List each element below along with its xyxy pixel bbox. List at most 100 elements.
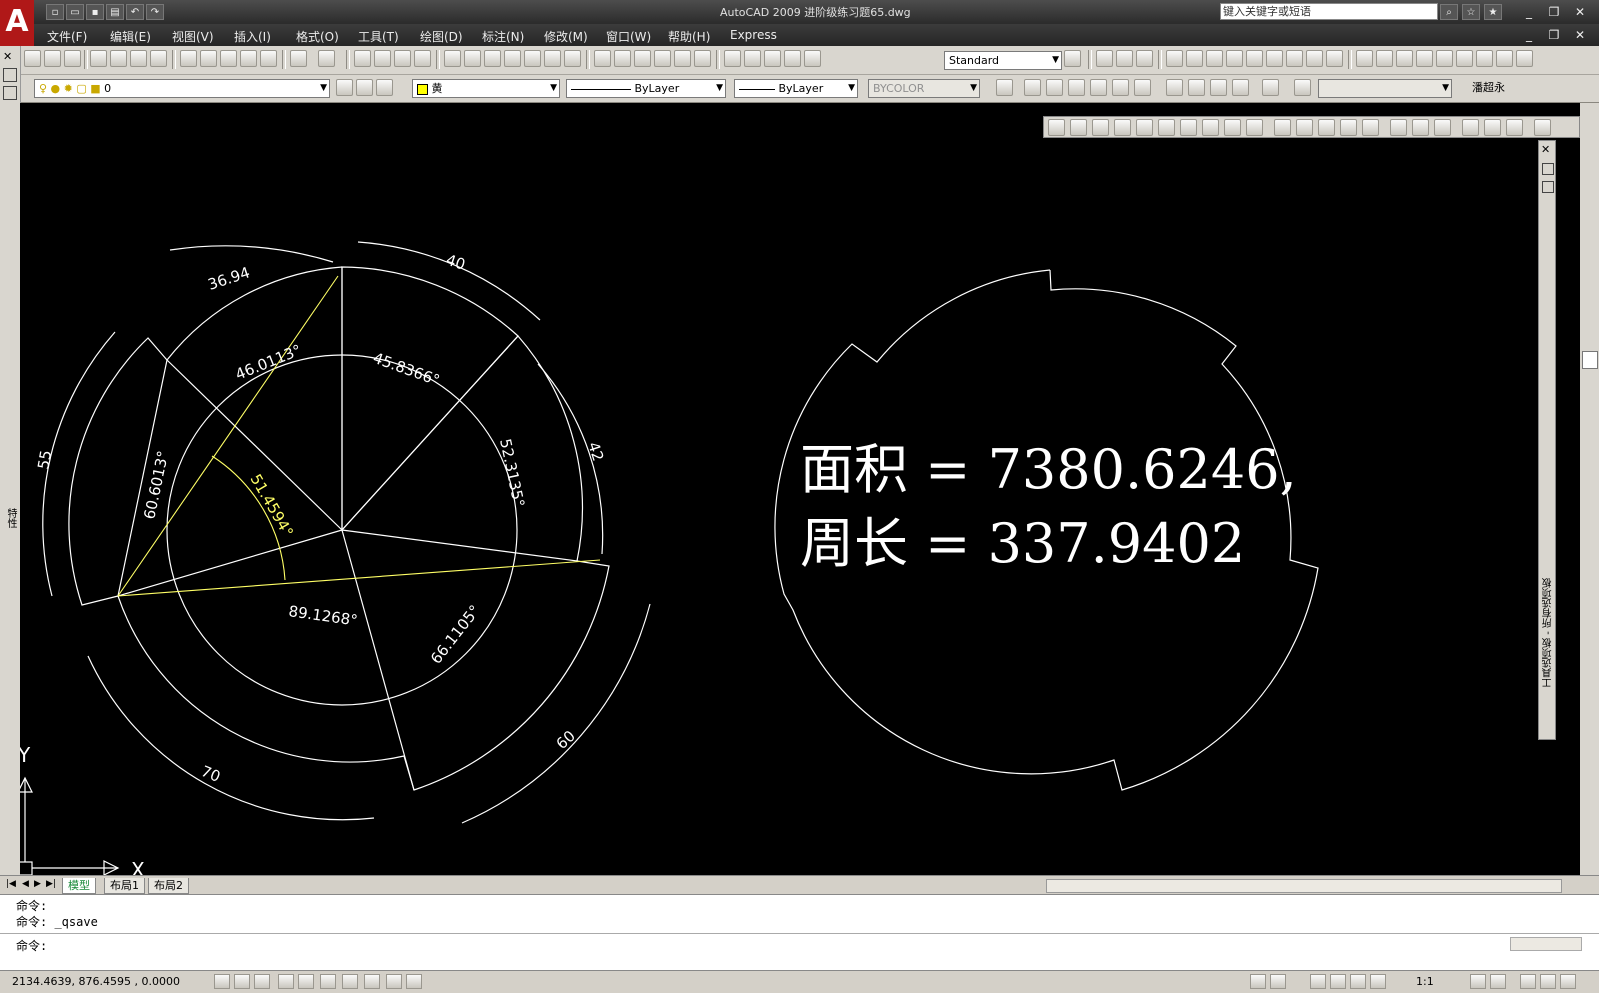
se-iso-icon[interactable] bbox=[1188, 79, 1205, 96]
pyramid-icon[interactable] bbox=[1202, 119, 1219, 136]
subtract-icon[interactable] bbox=[1116, 50, 1133, 67]
publish-icon[interactable] bbox=[130, 50, 147, 67]
help-icon[interactable] bbox=[564, 50, 581, 67]
menu-view[interactable]: 视图(V) bbox=[172, 28, 214, 45]
3d-rotate-icon[interactable] bbox=[1484, 119, 1501, 136]
dim-angular-icon[interactable] bbox=[764, 50, 781, 67]
redo-toolbar-icon[interactable] bbox=[318, 50, 335, 67]
check-icon[interactable] bbox=[1436, 50, 1453, 67]
undo-icon[interactable]: ↶ bbox=[126, 4, 144, 20]
extrude-faces-icon[interactable] bbox=[1166, 50, 1183, 67]
sphere-tool-icon[interactable] bbox=[1136, 119, 1153, 136]
tab-next-icon[interactable]: ▶ bbox=[34, 879, 41, 889]
intersect-tool-icon[interactable] bbox=[1434, 119, 1451, 136]
vertical-scrollbar[interactable] bbox=[1580, 103, 1599, 875]
favorites-icon[interactable]: ★ bbox=[1484, 4, 1502, 20]
command-prompt[interactable]: 命令: bbox=[16, 937, 47, 954]
grid-display-icon[interactable] bbox=[234, 974, 250, 989]
auto-scale-icon[interactable] bbox=[1490, 974, 1506, 989]
dim-arc-icon[interactable] bbox=[724, 50, 741, 67]
linetype-select[interactable]: ByLayer ▼ bbox=[566, 79, 726, 98]
revolve-icon[interactable] bbox=[1340, 119, 1357, 136]
lineweight-select[interactable]: ByLayer ▼ bbox=[734, 79, 858, 98]
layer-select[interactable]: ♀ ● ✹ ▢ ■ 0 ▼ bbox=[34, 79, 330, 98]
view-front-icon[interactable] bbox=[1112, 79, 1129, 96]
offset-faces-icon[interactable] bbox=[1206, 50, 1223, 67]
cylinder-icon[interactable] bbox=[1158, 119, 1175, 136]
walk-icon[interactable] bbox=[1294, 79, 1311, 96]
quick-properties-icon[interactable] bbox=[406, 974, 422, 989]
torus-icon[interactable] bbox=[634, 50, 651, 67]
presspull-icon[interactable] bbox=[1296, 119, 1313, 136]
dim-radius-icon[interactable] bbox=[744, 50, 761, 67]
new-file-icon[interactable]: ▫ bbox=[46, 4, 64, 20]
move-faces-icon[interactable] bbox=[1186, 50, 1203, 67]
tab-layout1[interactable]: 布局1 bbox=[104, 878, 145, 894]
cut-icon[interactable] bbox=[180, 50, 197, 67]
union-tool-icon[interactable] bbox=[1390, 119, 1407, 136]
layer-previous-icon-2[interactable] bbox=[376, 79, 393, 96]
make-current-layer-icon[interactable] bbox=[356, 79, 373, 96]
taper-faces-icon[interactable] bbox=[1266, 50, 1283, 67]
tab-prev-icon[interactable]: ◀ bbox=[22, 879, 29, 889]
tab-last-icon[interactable]: ▶| bbox=[46, 879, 56, 889]
annotation-scale[interactable]: 1:1 bbox=[1416, 975, 1434, 988]
properties-icon[interactable] bbox=[444, 50, 461, 67]
nw-iso-icon[interactable] bbox=[1232, 79, 1249, 96]
copy-icon[interactable] bbox=[200, 50, 217, 67]
palette-autohide-icon[interactable] bbox=[3, 68, 17, 82]
horizontal-scrollbar[interactable] bbox=[1046, 879, 1562, 893]
tab-first-icon[interactable]: |◀ bbox=[6, 879, 16, 889]
view-combo[interactable]: ▼ bbox=[1318, 79, 1452, 98]
menu-tools[interactable]: 工具(T) bbox=[358, 28, 399, 45]
app-menu-logo[interactable]: A bbox=[0, 0, 34, 46]
zoom-realtime-icon[interactable] bbox=[374, 50, 391, 67]
restore-icon[interactable]: ❐ bbox=[1545, 3, 1563, 21]
view-named-icon[interactable] bbox=[996, 79, 1013, 96]
calculator-icon[interactable] bbox=[544, 50, 561, 67]
doc-restore-icon[interactable]: ❐ bbox=[1545, 26, 1563, 44]
3d-align-icon[interactable] bbox=[1506, 119, 1523, 136]
wedge-icon[interactable] bbox=[1092, 119, 1109, 136]
zoom-status-icon[interactable] bbox=[1330, 974, 1346, 989]
object-snap-icon[interactable] bbox=[298, 974, 314, 989]
separate-icon[interactable] bbox=[1396, 50, 1413, 67]
delete-faces-icon[interactable] bbox=[1226, 50, 1243, 67]
palette-props-icon[interactable] bbox=[1542, 181, 1554, 193]
markup-icon[interactable] bbox=[524, 50, 541, 67]
paste-special-icon[interactable] bbox=[240, 50, 257, 67]
sw-iso-icon[interactable] bbox=[1166, 79, 1183, 96]
text-style-manager-icon[interactable] bbox=[1064, 50, 1081, 67]
dynamic-ucs-icon[interactable] bbox=[342, 974, 358, 989]
intersect-icon[interactable] bbox=[1136, 50, 1153, 67]
zoom-window-icon[interactable] bbox=[394, 50, 411, 67]
subscription-icon[interactable]: ☆ bbox=[1462, 4, 1480, 20]
snap-mode-icon[interactable] bbox=[214, 974, 230, 989]
loft-icon[interactable] bbox=[1362, 119, 1379, 136]
render-icon[interactable] bbox=[654, 50, 671, 67]
zoom-previous-icon[interactable] bbox=[414, 50, 431, 67]
menu-express[interactable]: Express bbox=[730, 28, 777, 42]
polar-tracking-icon[interactable] bbox=[278, 974, 294, 989]
close-icon[interactable]: ✕ bbox=[1571, 3, 1589, 21]
open-icon[interactable] bbox=[44, 50, 61, 67]
imprint-icon[interactable] bbox=[1356, 50, 1373, 67]
palette-close-icon[interactable]: ✕ bbox=[1541, 143, 1550, 156]
interfere-icon[interactable] bbox=[1496, 50, 1513, 67]
color-select[interactable]: 黄 ▼ bbox=[412, 79, 560, 98]
sweep-icon[interactable] bbox=[1318, 119, 1335, 136]
left-palette-close-icon[interactable]: ✕ bbox=[3, 50, 12, 63]
dim-style-icon[interactable] bbox=[784, 50, 801, 67]
text-style-select[interactable]: Standard ▼ bbox=[944, 51, 1062, 70]
menu-file[interactable]: 文件(F) bbox=[47, 28, 87, 45]
solid-edit-icon[interactable] bbox=[1516, 50, 1533, 67]
object-snap-tracking-icon[interactable] bbox=[320, 974, 336, 989]
window-cascade-icon[interactable] bbox=[594, 50, 611, 67]
menu-draw[interactable]: 绘图(D) bbox=[420, 28, 463, 45]
shell-icon[interactable] bbox=[1416, 50, 1433, 67]
union-icon[interactable] bbox=[1096, 50, 1113, 67]
match-properties-icon[interactable] bbox=[260, 50, 277, 67]
view-left-icon[interactable] bbox=[1068, 79, 1085, 96]
3d-dwf-icon[interactable] bbox=[150, 50, 167, 67]
save-toolbar-icon[interactable] bbox=[64, 50, 81, 67]
